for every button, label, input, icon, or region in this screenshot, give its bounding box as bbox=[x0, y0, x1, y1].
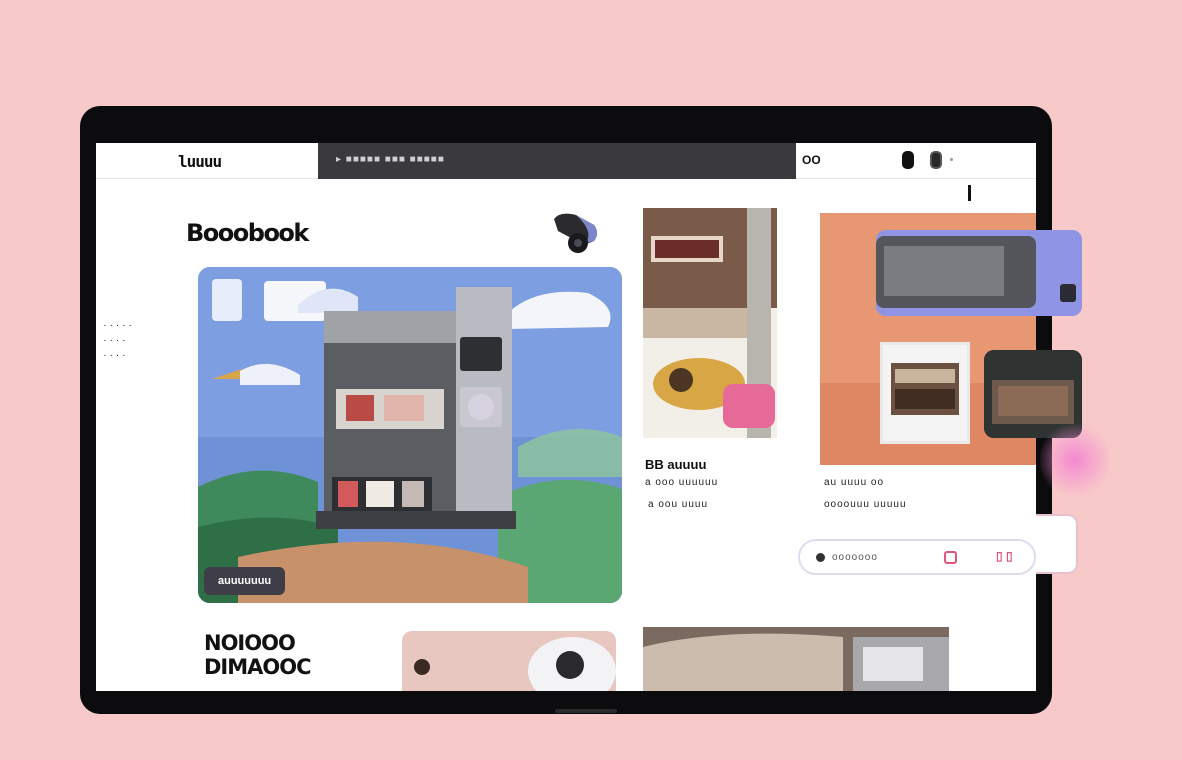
glow-decoration bbox=[1040, 420, 1110, 500]
side-nav-item[interactable]: · · · · · bbox=[104, 323, 132, 330]
side-nav: · · · · · · · · · · · · · bbox=[104, 323, 132, 368]
thumbnail-image bbox=[402, 631, 616, 691]
side-nav-item[interactable]: · · · · bbox=[104, 353, 132, 360]
security-camera-icon bbox=[554, 213, 597, 253]
hero-image-card[interactable]: auuuuuuu bbox=[198, 267, 622, 603]
menu-icon[interactable]: ▯ ▯ bbox=[996, 549, 1013, 563]
card-text: oooouuu uuuuu bbox=[824, 499, 907, 510]
product-card-image[interactable] bbox=[643, 208, 777, 438]
search-icon bbox=[816, 553, 825, 562]
thumbnail-card[interactable] bbox=[402, 631, 616, 691]
bottom-title-line: DIMAOOC bbox=[204, 655, 312, 679]
profile-icon[interactable] bbox=[930, 151, 942, 169]
address-bar-text: ▸ ■■■■■ ■■■ ■■■■■ bbox=[336, 154, 445, 165]
thumbnail-image bbox=[643, 627, 949, 691]
nav-link[interactable]: OO bbox=[802, 153, 821, 167]
card-text: a ooo uuuuuu bbox=[645, 477, 719, 488]
section-title: Booobook bbox=[186, 219, 309, 247]
top-bar: luuuu ▸ ■■■■■ ■■■ ■■■■■ OO bbox=[96, 143, 1036, 179]
home-indicator bbox=[555, 709, 617, 713]
more-icon[interactable] bbox=[950, 158, 953, 161]
thumbnail-card[interactable] bbox=[643, 627, 949, 691]
card-title[interactable]: BB auuuu bbox=[645, 457, 706, 472]
shop-photo bbox=[643, 208, 777, 438]
bookmark-icon[interactable] bbox=[902, 151, 914, 169]
floating-device-card[interactable] bbox=[876, 230, 1082, 316]
scroll-indicator[interactable] bbox=[968, 185, 971, 201]
bottom-section-title: NOIOOO DIMAOOC bbox=[204, 631, 312, 679]
device-image bbox=[876, 230, 1082, 316]
address-bar[interactable]: ▸ ■■■■■ ■■■ ■■■■■ bbox=[318, 143, 796, 179]
appliance-image bbox=[883, 345, 967, 441]
hero-illustration bbox=[198, 267, 622, 603]
card-text: a oou uuuu bbox=[648, 499, 709, 510]
floating-appliance-card[interactable] bbox=[880, 342, 970, 444]
search-pill[interactable]: ooooooo ▯ ▯ bbox=[798, 539, 1036, 575]
bottom-title-line: NOIOOO bbox=[204, 631, 296, 655]
card-text: au uuuu oo bbox=[824, 477, 885, 488]
search-input[interactable]: ooooooo bbox=[832, 552, 878, 563]
floating-side-tab[interactable] bbox=[1036, 514, 1078, 574]
hero-badge[interactable]: auuuuuuu bbox=[204, 567, 286, 595]
filter-icon[interactable] bbox=[944, 551, 957, 564]
site-logo[interactable]: luuuu bbox=[178, 152, 222, 171]
side-nav-item[interactable]: · · · · bbox=[104, 338, 132, 345]
